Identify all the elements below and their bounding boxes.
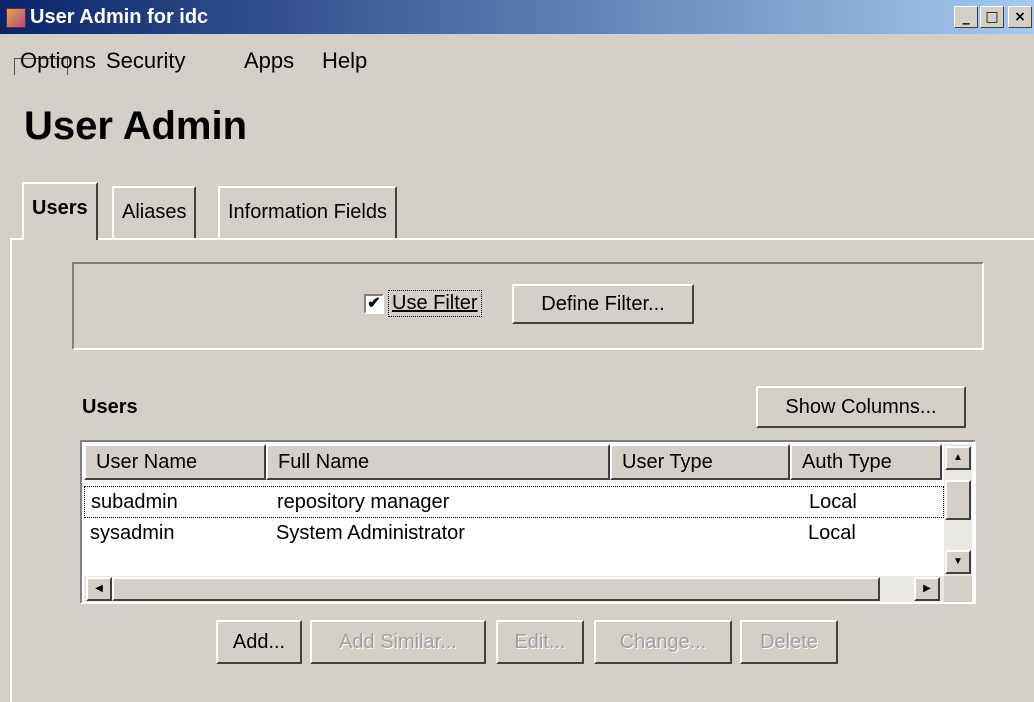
scroll-left-button[interactable]: ◀ (86, 577, 112, 601)
cell-auth-type: Local (808, 522, 856, 544)
users-section-label: Users (82, 396, 138, 418)
use-filter-label[interactable]: Use Filter (388, 290, 482, 317)
menu-apps[interactable]: Apps (244, 48, 294, 74)
show-columns-button[interactable]: Show Columns... (756, 386, 966, 428)
page-title: User Admin (24, 104, 248, 148)
user-admin-window: User Admin for idc _ □ × Options Securit… (0, 0, 1034, 702)
app-icon (6, 8, 26, 28)
scroll-corner (944, 576, 972, 602)
tab-aliases[interactable]: Aliases (112, 186, 197, 238)
menu-help[interactable]: Help (322, 48, 367, 74)
column-header-full-name[interactable]: Full Name (266, 444, 610, 480)
change-button[interactable]: Change... (594, 620, 732, 664)
close-button[interactable]: × (1008, 6, 1032, 28)
table-row[interactable]: subadmin repository manager Local (84, 486, 944, 518)
column-header-auth-type[interactable]: Auth Type (790, 444, 942, 480)
use-filter-checkbox[interactable]: ✔ (364, 294, 384, 314)
column-header-user-name[interactable]: User Name (84, 444, 266, 480)
horizontal-scrollbar[interactable]: ◀ ▶ (84, 576, 944, 602)
horizontal-scroll-thumb[interactable] (112, 577, 880, 601)
scroll-up-button[interactable]: ▲ (945, 446, 971, 470)
table-row[interactable]: sysadmin System Administrator Local (84, 518, 944, 550)
minimize-button[interactable]: _ (954, 6, 978, 28)
vertical-scroll-thumb[interactable] (945, 480, 971, 520)
scroll-down-button[interactable]: ▼ (945, 550, 971, 574)
add-button[interactable]: Add... (216, 620, 302, 664)
add-similar-button[interactable]: Add Similar... (310, 620, 486, 664)
title-bar[interactable]: User Admin for idc _ □ × (0, 0, 1034, 34)
tab-information-fields[interactable]: Information Fields (218, 186, 397, 238)
column-header-user-type[interactable]: User Type (610, 444, 790, 480)
tab-users[interactable]: Users (22, 182, 98, 240)
define-filter-button[interactable]: Define Filter... (512, 284, 694, 324)
edit-button[interactable]: Edit... (496, 620, 584, 664)
menu-options[interactable]: Options (20, 48, 96, 74)
cell-auth-type: Local (809, 491, 857, 513)
cell-full-name: System Administrator (276, 522, 465, 544)
cell-user-name: sysadmin (90, 522, 175, 544)
vertical-scrollbar[interactable]: ▲ ▼ (944, 444, 972, 576)
window-title: User Admin for idc (30, 6, 209, 28)
delete-button[interactable]: Delete (740, 620, 838, 664)
cell-full-name: repository manager (277, 491, 450, 513)
scroll-right-button[interactable]: ▶ (914, 577, 940, 601)
maximize-button[interactable]: □ (980, 6, 1004, 28)
menu-bar: Options Security Apps Help (0, 34, 1034, 82)
menu-security[interactable]: Security (106, 48, 185, 74)
cell-user-name: subadmin (91, 491, 178, 513)
